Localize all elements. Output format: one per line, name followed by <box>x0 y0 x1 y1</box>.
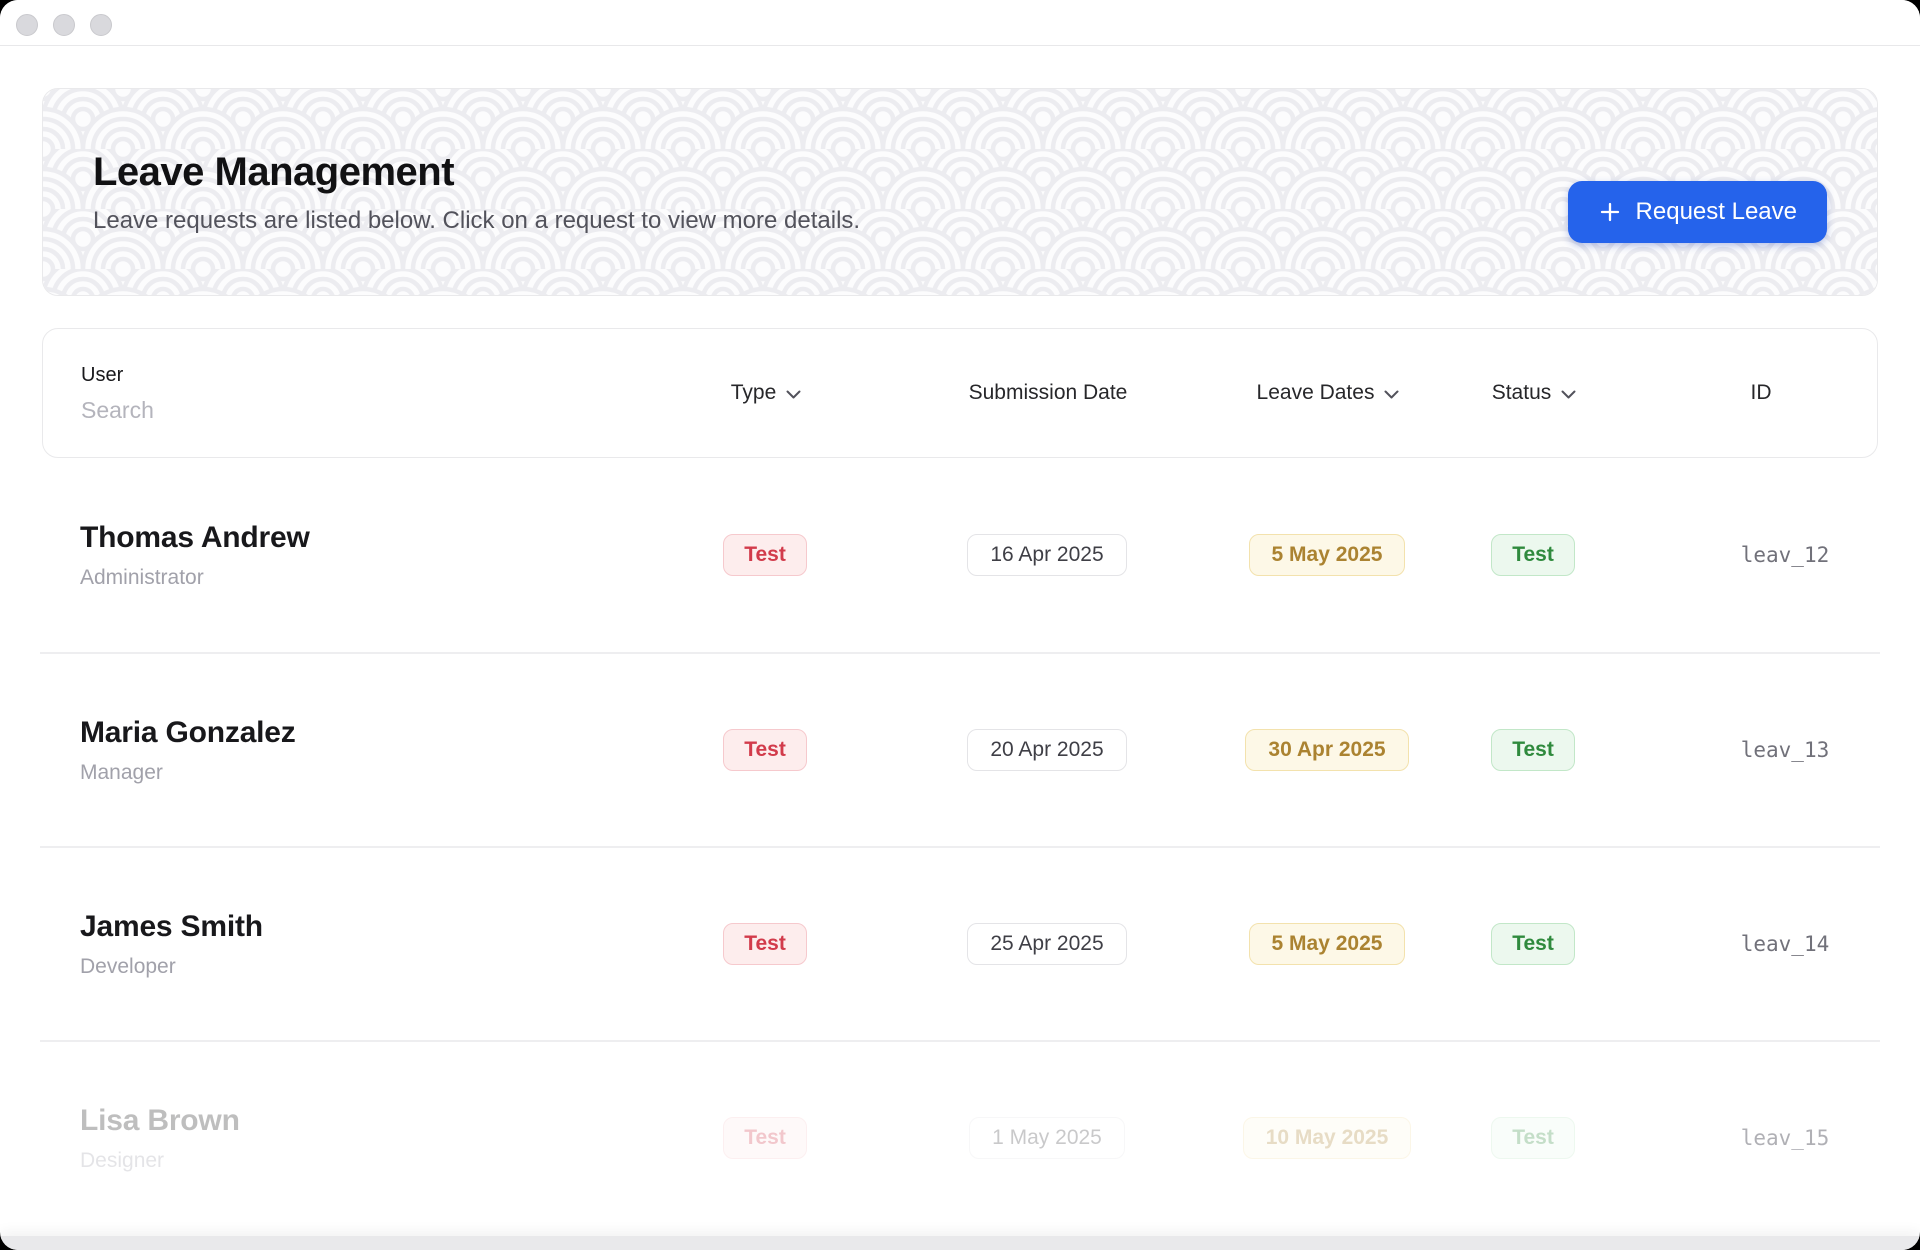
page-subtitle: Leave requests are listed below. Click o… <box>93 206 860 236</box>
chevron-down-icon <box>786 390 801 399</box>
row-id: leav_15 <box>1741 1126 1830 1150</box>
user-cell: Maria Gonzalez Manager <box>80 715 680 785</box>
table-row[interactable]: Lisa Brown Designer Test 1 May 2025 10 M… <box>40 1040 1880 1234</box>
table-header-card: User Type Submission Date Leave Dates <box>42 328 1878 458</box>
user-column-label: User <box>81 363 681 387</box>
user-name: Maria Gonzalez <box>80 715 680 751</box>
leave-request-list: Thomas Andrew Administrator Test 16 Apr … <box>40 458 1880 1234</box>
submission-date-badge: 16 Apr 2025 <box>967 534 1126 576</box>
window-close-button[interactable] <box>16 14 38 36</box>
table-row[interactable]: James Smith Developer Test 25 Apr 2025 5… <box>40 846 1880 1040</box>
leave-dates-badge: 30 Apr 2025 <box>1245 729 1408 771</box>
bottom-bar <box>0 1236 1920 1250</box>
user-cell: Thomas Andrew Administrator <box>80 520 680 590</box>
request-leave-button[interactable]: Request Leave <box>1568 181 1827 243</box>
app-window: Leave Management Leave requests are list… <box>0 0 1920 1250</box>
table-row[interactable]: Maria Gonzalez Manager Test 20 Apr 2025 … <box>40 652 1880 846</box>
row-id: leav_12 <box>1741 543 1830 567</box>
column-header-leave-dates[interactable]: Leave Dates <box>1257 381 1400 405</box>
submission-date-badge: 20 Apr 2025 <box>967 729 1126 771</box>
chevron-down-icon <box>1561 390 1576 399</box>
user-name: Lisa Brown <box>80 1103 680 1139</box>
page-header-text: Leave Management Leave requests are list… <box>43 148 860 236</box>
user-cell: Lisa Brown Designer <box>80 1103 680 1173</box>
user-name: James Smith <box>80 909 680 945</box>
user-role: Developer <box>80 954 680 979</box>
user-name: Thomas Andrew <box>80 520 680 556</box>
column-header-type[interactable]: Type <box>731 381 802 405</box>
type-badge: Test <box>723 923 807 965</box>
status-badge: Test <box>1491 534 1575 576</box>
leave-dates-badge: 10 May 2025 <box>1243 1117 1412 1159</box>
user-column-header: User <box>81 363 681 424</box>
submission-date-badge: 25 Apr 2025 <box>967 923 1126 965</box>
user-search-input[interactable] <box>81 397 501 424</box>
plus-icon <box>1598 200 1622 224</box>
status-badge: Test <box>1491 923 1575 965</box>
page-header-card: Leave Management Leave requests are list… <box>42 88 1878 296</box>
column-header-id: ID <box>1751 381 1772 405</box>
type-badge: Test <box>723 729 807 771</box>
user-role: Designer <box>80 1148 680 1173</box>
type-badge: Test <box>723 534 807 576</box>
leave-dates-badge: 5 May 2025 <box>1249 923 1406 965</box>
column-header-status[interactable]: Status <box>1492 381 1577 405</box>
row-id: leav_13 <box>1741 738 1830 762</box>
row-id: leav_14 <box>1741 932 1830 956</box>
request-leave-label: Request Leave <box>1636 198 1797 226</box>
leave-dates-badge: 5 May 2025 <box>1249 534 1406 576</box>
submission-date-badge: 1 May 2025 <box>969 1117 1125 1159</box>
user-cell: James Smith Developer <box>80 909 680 979</box>
status-badge: Test <box>1491 729 1575 771</box>
table-row[interactable]: Thomas Andrew Administrator Test 16 Apr … <box>40 458 1880 652</box>
user-role: Manager <box>80 760 680 785</box>
window-titlebar <box>0 0 1920 46</box>
window-minimize-button[interactable] <box>53 14 75 36</box>
column-header-submission-date: Submission Date <box>969 381 1128 405</box>
window-zoom-button[interactable] <box>90 14 112 36</box>
page-title: Leave Management <box>93 148 860 196</box>
type-badge: Test <box>723 1117 807 1159</box>
user-role: Administrator <box>80 565 680 590</box>
status-badge: Test <box>1491 1117 1575 1159</box>
chevron-down-icon <box>1384 390 1399 399</box>
